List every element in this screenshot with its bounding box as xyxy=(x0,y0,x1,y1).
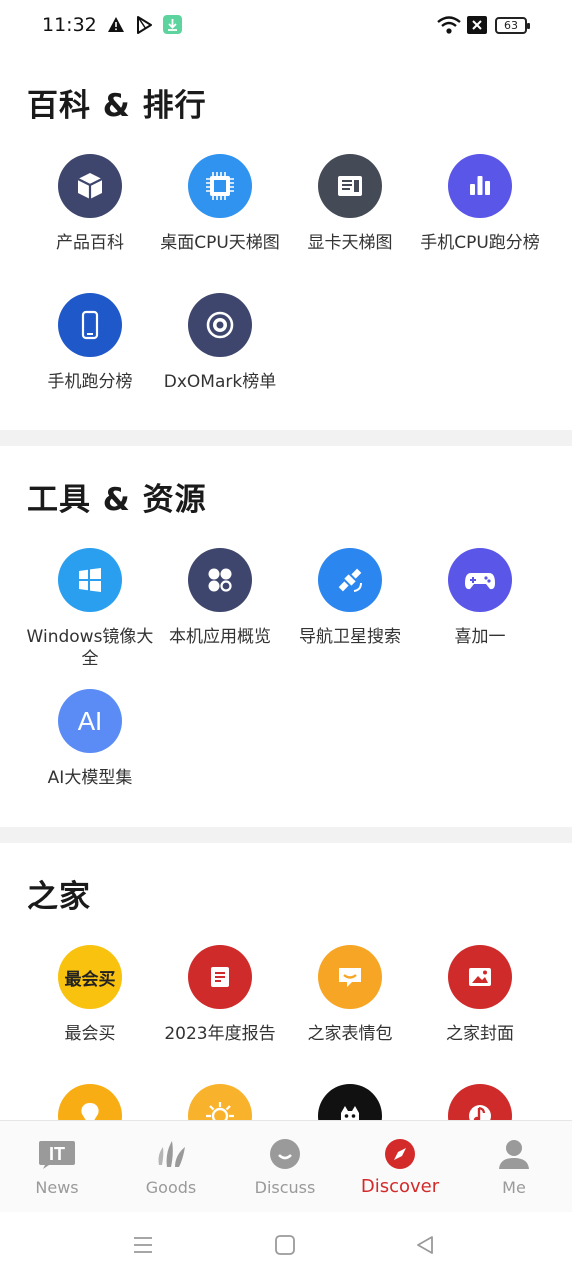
tile-satellite-search[interactable]: 导航卫星搜索 xyxy=(280,548,420,648)
sticker-icon xyxy=(318,945,382,1009)
play-store-icon xyxy=(136,16,153,38)
ai-icon: AI xyxy=(58,689,122,753)
compass-icon xyxy=(381,1135,419,1173)
tile-windows-images[interactable]: Windows镜像大全 xyxy=(20,548,160,670)
status-time: 11:32 xyxy=(42,14,97,36)
section-tools-resources: 工具 & 资源 Windows镜像大全 本机应用概览 导航卫星搜索 喜加一 AI… xyxy=(0,446,572,827)
nav-tab-goods[interactable]: Goods xyxy=(114,1121,228,1213)
smartphone-icon xyxy=(58,293,122,357)
tile-dxomark-ranking[interactable]: DxOMark榜单 xyxy=(150,293,290,393)
tile-label: 手机跑分榜 xyxy=(47,372,133,392)
tile-label: 之家封面 xyxy=(446,1024,514,1044)
tile-phone-cpu-ranking[interactable]: 手机CPU跑分榜 xyxy=(410,154,550,254)
section-title: 百科 & 排行 xyxy=(27,88,207,124)
person-icon xyxy=(495,1135,533,1173)
cpu-chip-icon xyxy=(188,154,252,218)
graphics-card-icon xyxy=(318,154,382,218)
nav-label: Discuss xyxy=(254,1178,316,1197)
mascot-icon xyxy=(318,1084,382,1120)
tile-covers[interactable]: 之家封面 xyxy=(410,945,550,1045)
tile-label: 手机CPU跑分榜 xyxy=(420,233,540,253)
nav-label: Discover xyxy=(360,1176,440,1197)
apps-grid-icon xyxy=(188,548,252,612)
nav-label: Goods xyxy=(145,1178,197,1197)
tile-music[interactable] xyxy=(410,1084,550,1120)
tile-location[interactable] xyxy=(20,1084,160,1120)
discuss-icon xyxy=(266,1135,304,1173)
tile-label: 显卡天梯图 xyxy=(307,233,393,253)
camera-lens-icon xyxy=(188,293,252,357)
tile-ai-models[interactable]: AI AI大模型集 xyxy=(20,689,160,789)
tile-annual-report-2023[interactable]: 2023年度报告 xyxy=(150,945,290,1045)
back-icon[interactable] xyxy=(414,1234,436,1260)
gamepad-icon xyxy=(448,548,512,612)
download-icon xyxy=(163,15,182,38)
tile-mascot[interactable] xyxy=(280,1084,420,1120)
section-encyclopedia-rankings: 百科 & 排行 产品百科 桌面CPU天梯图 显卡天梯图 手机CPU跑分榜 手机跑… xyxy=(0,52,572,430)
tile-label: 最会买 xyxy=(64,1024,116,1044)
section-zhijia: 之家 最会买 最会买 2023年度报告 之家表情包 之家封面 xyxy=(0,843,572,1120)
battery-indicator: 63 xyxy=(495,17,530,34)
home-icon[interactable] xyxy=(274,1234,296,1260)
wifi-icon xyxy=(436,15,462,39)
satellite-icon xyxy=(318,548,382,612)
tile-label: 之家表情包 xyxy=(307,1024,393,1044)
bottom-nav: IT News Goods Discuss Discover Me xyxy=(0,1120,572,1212)
tile-gpu-ladder[interactable]: 显卡天梯图 xyxy=(280,154,420,254)
bar-chart-icon xyxy=(448,154,512,218)
cube-icon xyxy=(58,154,122,218)
nav-tab-me[interactable]: Me xyxy=(457,1121,571,1213)
tile-label: 导航卫星搜索 xyxy=(299,627,401,647)
tile-label: 本机应用概览 xyxy=(169,627,271,647)
sun-icon xyxy=(188,1084,252,1120)
tile-phone-benchmark-ranking[interactable]: 手机跑分榜 xyxy=(20,293,160,393)
zuihuimai-logo-icon: 最会买 xyxy=(58,945,122,1009)
section-divider xyxy=(0,827,572,843)
tile-label: 喜加一 xyxy=(454,627,506,647)
nav-label: News xyxy=(35,1178,79,1197)
tile-label: 桌面CPU天梯图 xyxy=(160,233,280,253)
location-pin-icon xyxy=(58,1084,122,1120)
warning-icon xyxy=(107,16,125,37)
tile-local-apps-overview[interactable]: 本机应用概览 xyxy=(150,548,290,648)
picture-icon xyxy=(448,945,512,1009)
nav-tab-discuss[interactable]: Discuss xyxy=(228,1121,342,1213)
tile-free-games[interactable]: 喜加一 xyxy=(410,548,550,648)
tile-desktop-cpu-ladder[interactable]: 桌面CPU天梯图 xyxy=(150,154,290,254)
section-divider xyxy=(0,430,572,446)
menu-icon[interactable] xyxy=(132,1234,154,1260)
zuihuimai-logo-text: 最会买 xyxy=(64,969,116,990)
section-title: 工具 & 资源 xyxy=(27,482,207,518)
tile-product-encyclopedia[interactable]: 产品百科 xyxy=(20,154,160,254)
nav-tab-discover[interactable]: Discover xyxy=(343,1121,457,1213)
it-logo-icon: IT xyxy=(38,1135,76,1173)
music-icon xyxy=(448,1084,512,1120)
goods-icon xyxy=(152,1135,190,1173)
tile-label: AI大模型集 xyxy=(47,768,133,788)
nav-tab-news[interactable]: IT News xyxy=(0,1121,114,1213)
tile-zuihuimai[interactable]: 最会买 最会买 xyxy=(20,945,160,1045)
tile-label: 产品百科 xyxy=(56,233,124,253)
windows-logo-icon xyxy=(58,548,122,612)
report-icon xyxy=(188,945,252,1009)
tile-label: Windows镜像大全 xyxy=(26,627,154,669)
nav-label: Me xyxy=(502,1178,526,1197)
no-sim-icon xyxy=(467,16,487,38)
tile-label: DxOMark榜单 xyxy=(163,372,277,392)
tile-sun[interactable] xyxy=(150,1084,290,1120)
system-navigation-bar xyxy=(0,1212,572,1280)
tile-label: 2023年度报告 xyxy=(164,1024,276,1044)
svg-text:AI: AI xyxy=(78,706,103,736)
status-bar: 11:32 63 xyxy=(0,0,572,52)
tile-stickers[interactable]: 之家表情包 xyxy=(280,945,420,1045)
svg-text:IT: IT xyxy=(49,1144,65,1164)
section-title: 之家 xyxy=(27,879,91,915)
